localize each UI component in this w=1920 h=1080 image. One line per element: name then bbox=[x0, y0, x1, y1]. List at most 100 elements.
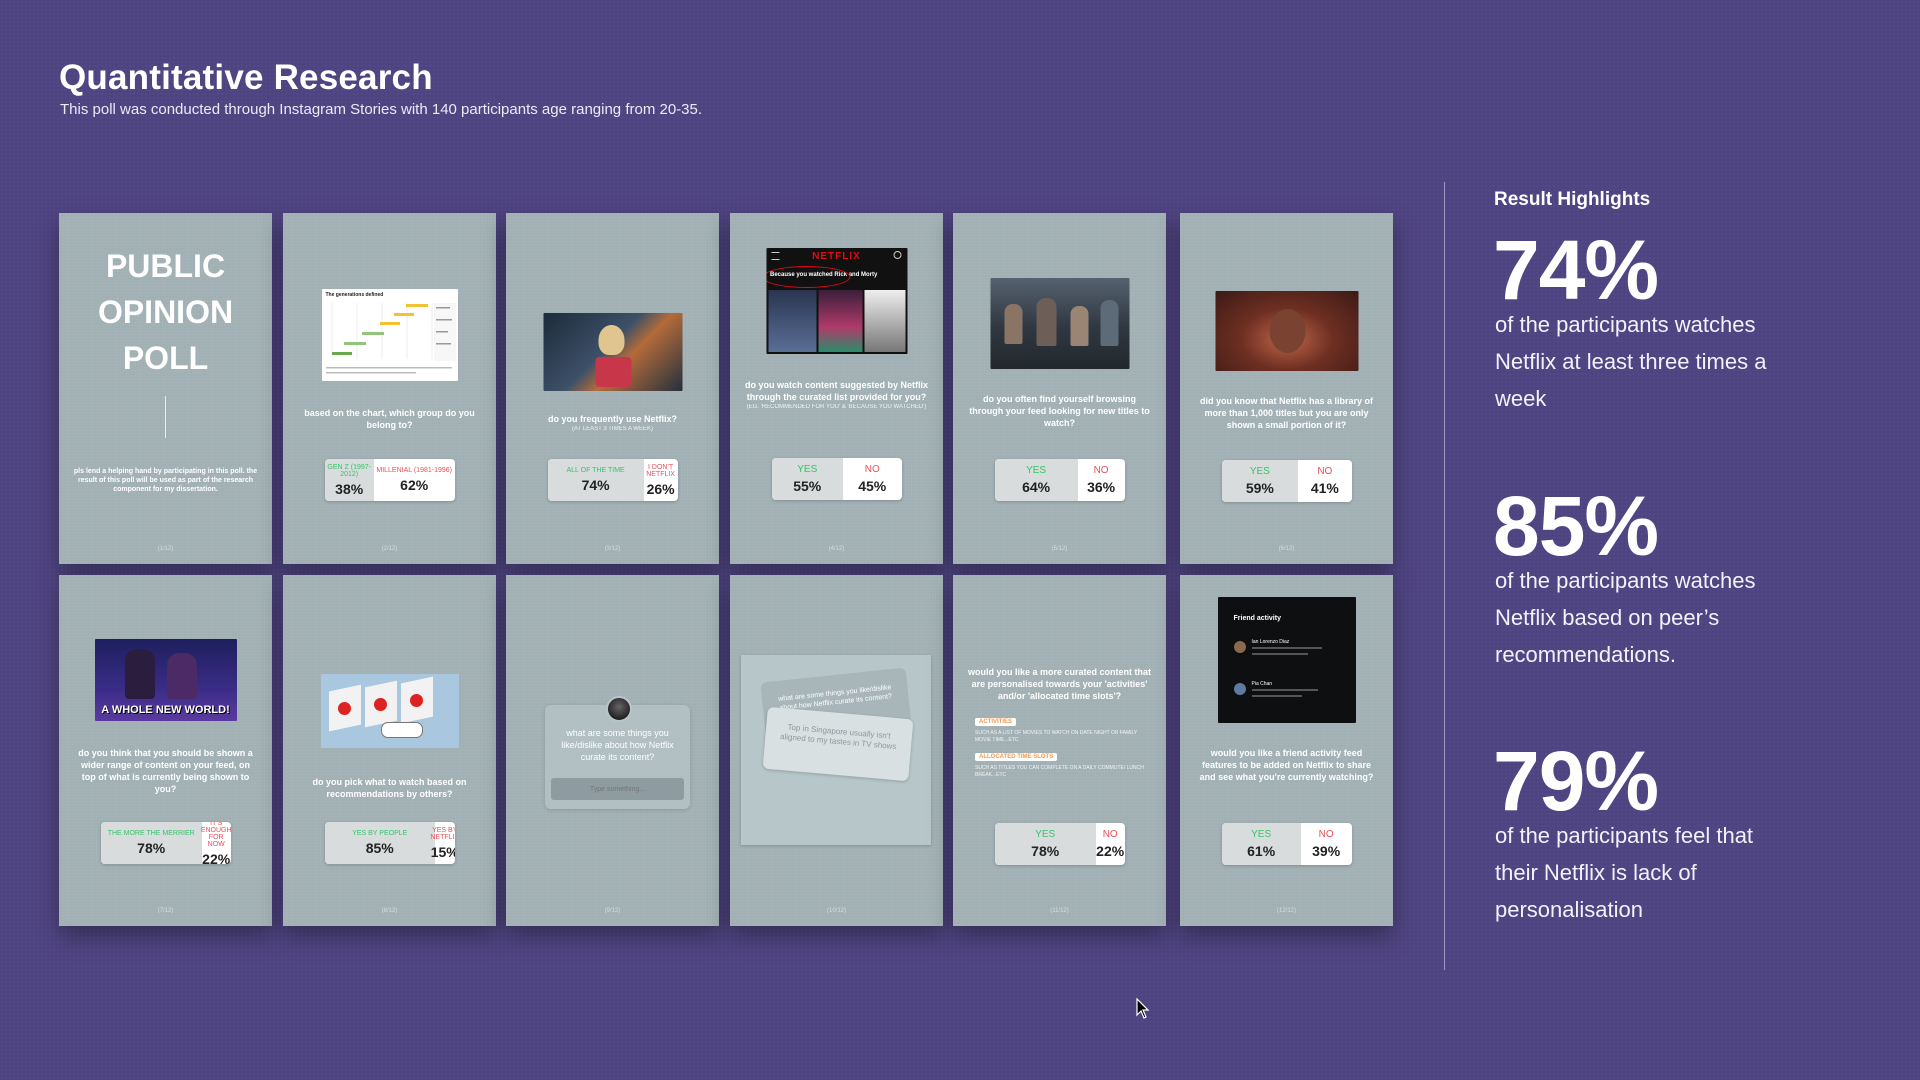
poll-option-label: YES bbox=[1249, 465, 1270, 477]
card-question-text: do you watch content suggested by Netfli… bbox=[744, 380, 929, 402]
poll-option-label: THE MORE THE MERRIER bbox=[107, 830, 195, 837]
section-divider bbox=[1444, 182, 1445, 970]
poll-option-percent: 78% bbox=[137, 840, 166, 856]
poll-option-label: GEN Z (1997-2012) bbox=[327, 463, 371, 478]
image-figure bbox=[598, 325, 624, 355]
poll-option-label: YES BY PEOPLE bbox=[352, 830, 408, 837]
poll-option-percent: 15% bbox=[430, 843, 455, 860]
friend-detail bbox=[1251, 695, 1302, 697]
image-figure bbox=[373, 698, 387, 711]
poll-option-right[interactable]: I DON'T NETFLIX 26% bbox=[644, 459, 678, 501]
poll-option-left[interactable]: YES 64% bbox=[994, 459, 1078, 501]
poll-option-label: YES bbox=[1026, 464, 1047, 476]
poll-option-right[interactable]: IT'S ENOUGH FOR NOW 22% bbox=[200, 822, 231, 864]
card-question: did you know that Netflix has a library … bbox=[1199, 396, 1374, 430]
poll-option-percent: 62% bbox=[400, 477, 429, 493]
card-pager: (11/12) bbox=[1050, 908, 1069, 914]
poll-sticker[interactable]: YES 61% NO 39% bbox=[1221, 823, 1352, 865]
friend-avatar bbox=[1233, 683, 1246, 695]
poll-card-generation[interactable]: The generations defined based on the cha… bbox=[283, 213, 496, 564]
poll-story-grid: PUBLIC OPINION POLL pls lend a helping h… bbox=[59, 213, 1394, 926]
poll-option-percent: 22% bbox=[1096, 842, 1125, 859]
poll-option-percent: 59% bbox=[1245, 479, 1274, 496]
highlight-text: of the participants feel that their Netf… bbox=[1495, 823, 1754, 922]
card-pager: (4/12) bbox=[828, 546, 845, 552]
poll-option-right[interactable]: YES BY NETFLIX 15% bbox=[430, 822, 454, 864]
title-poster bbox=[768, 290, 816, 352]
poll-option-left[interactable]: ALL OF THE TIME 74% bbox=[547, 459, 644, 501]
whole-new-world-gif: A WHOLE NEW WORLD! bbox=[94, 639, 237, 721]
activities-tag: ACTIVITIES bbox=[975, 718, 1017, 726]
poll-option-left[interactable]: YES 78% bbox=[994, 823, 1096, 865]
time-slots-tag: ALLOCATED TIME SLOTS bbox=[975, 753, 1058, 761]
poll-sticker[interactable]: ALL OF THE TIME 74% I DON'T NETFLIX 26% bbox=[547, 459, 678, 501]
friend-name: Ian Lorenzo Diaz bbox=[1251, 639, 1290, 645]
poll-option-right[interactable]: NO 45% bbox=[843, 458, 902, 500]
poll-card-browsing[interactable]: do you often find yourself browsing thro… bbox=[953, 213, 1166, 564]
card-pager: (10/12) bbox=[826, 908, 846, 914]
poll-option-label: NO bbox=[1317, 465, 1333, 477]
poll-option-left[interactable]: THE MORE THE MERRIER 78% bbox=[100, 822, 202, 864]
poll-option-right[interactable]: NO 36% bbox=[1078, 459, 1125, 501]
poll-option-left[interactable]: YES BY PEOPLE 85% bbox=[324, 822, 435, 864]
activities-description: SUCH AS A LIST OF MOVIES TO WATCH ON DAT… bbox=[975, 730, 1138, 743]
poll-card-curated-list[interactable]: NETFLIX Because you watched Rick and Mor… bbox=[730, 213, 943, 564]
poll-option-right[interactable]: NO 39% bbox=[1301, 823, 1352, 865]
poll-sticker[interactable]: THE MORE THE MERRIER 78% IT'S ENOUGH FOR… bbox=[100, 822, 231, 864]
poll-option-label: ALL OF THE TIME bbox=[566, 467, 625, 474]
gif-caption: A WHOLE NEW WORLD! bbox=[101, 704, 230, 716]
poll-card-friend-activity[interactable]: Friend activity Ian Lorenzo Diaz Pia Cha… bbox=[1180, 575, 1393, 926]
image-figure bbox=[124, 649, 155, 699]
poll-card-open-question[interactable]: what are some things you like/dislike ab… bbox=[506, 575, 719, 926]
answer-input[interactable] bbox=[551, 778, 684, 800]
poll-option-right[interactable]: MILLENIAL (1981-1996) 62% bbox=[374, 459, 455, 501]
poll-card-library[interactable]: did you know that Netflix has a library … bbox=[1180, 213, 1393, 564]
search-icon bbox=[893, 251, 901, 259]
poll-sticker[interactable]: GEN Z (1997-2012) 38% MILLENIAL (1981-19… bbox=[324, 459, 455, 501]
highlight-value: 79% bbox=[1493, 734, 1659, 828]
poll-option-right[interactable]: NO 41% bbox=[1298, 460, 1351, 502]
poll-option-percent: 39% bbox=[1312, 842, 1341, 859]
netflix-app-screenshot: NETFLIX Because you watched Rick and Mor… bbox=[766, 248, 907, 354]
poll-option-left[interactable]: YES 61% bbox=[1221, 823, 1301, 865]
intro-heading-line: POLL bbox=[122, 340, 209, 376]
poll-option-right[interactable]: NO 22% bbox=[1096, 823, 1125, 865]
poll-card-wider-range[interactable]: A WHOLE NEW WORLD! do you think that you… bbox=[59, 575, 272, 926]
poll-card-intro[interactable]: PUBLIC OPINION POLL pls lend a helping h… bbox=[59, 213, 272, 564]
poll-card-frequency[interactable]: do you frequently use Netflix? (AT LEAST… bbox=[506, 213, 719, 564]
poll-option-percent: 85% bbox=[365, 840, 394, 856]
card-pager: (12/12) bbox=[1276, 908, 1296, 914]
intro-heading-line: OPINION bbox=[97, 294, 234, 330]
friend-detail bbox=[1251, 653, 1308, 655]
poll-option-label: IT'S ENOUGH FOR NOW bbox=[200, 822, 231, 848]
generations-chart-graphic bbox=[325, 303, 456, 374]
shocked-reaction-image bbox=[1215, 291, 1358, 371]
title-poster bbox=[818, 290, 862, 352]
poll-option-percent: 38% bbox=[335, 480, 364, 497]
poll-option-left[interactable]: GEN Z (1997-2012) 38% bbox=[324, 459, 374, 501]
poll-sticker[interactable]: YES 64% NO 36% bbox=[994, 459, 1125, 501]
response-photo: what are some things you like/dislike ab… bbox=[741, 655, 931, 845]
generations-chart-image: The generations defined bbox=[321, 289, 458, 381]
poll-sticker[interactable]: YES 55% NO 45% bbox=[771, 458, 902, 500]
friend-detail bbox=[1251, 689, 1318, 691]
poll-option-left[interactable]: YES 55% bbox=[771, 458, 843, 500]
poll-card-recommendations[interactable]: do you pick what to watch based on recom… bbox=[283, 575, 496, 926]
poll-sticker[interactable]: YES 59% NO 41% bbox=[1221, 460, 1352, 502]
image-figure bbox=[409, 694, 423, 707]
highlight-text: of the participants watches Netflix base… bbox=[1495, 568, 1756, 667]
poll-sticker[interactable]: YES 78% NO 22% bbox=[994, 823, 1125, 865]
poll-option-label: NO bbox=[1093, 464, 1109, 476]
poll-sticker[interactable]: YES BY PEOPLE 85% YES BY NETFLIX 15% bbox=[324, 822, 455, 864]
poll-card-personalised[interactable]: would you like a more curated content th… bbox=[953, 575, 1166, 926]
card-question: do you watch content suggested by Netfli… bbox=[744, 379, 929, 411]
card-question-text: do you frequently use Netflix? bbox=[547, 414, 677, 424]
friend-activity-title: Friend activity bbox=[1233, 615, 1281, 622]
poll-option-percent: 36% bbox=[1087, 478, 1116, 495]
poll-card-responses[interactable]: what are some things you like/dislike ab… bbox=[730, 575, 943, 926]
mouse-cursor-icon bbox=[1136, 998, 1150, 1019]
friend-detail bbox=[1251, 647, 1322, 649]
poll-option-label: NO bbox=[864, 463, 880, 475]
poll-option-percent: 45% bbox=[858, 477, 887, 494]
poll-option-left[interactable]: YES 59% bbox=[1221, 460, 1299, 502]
